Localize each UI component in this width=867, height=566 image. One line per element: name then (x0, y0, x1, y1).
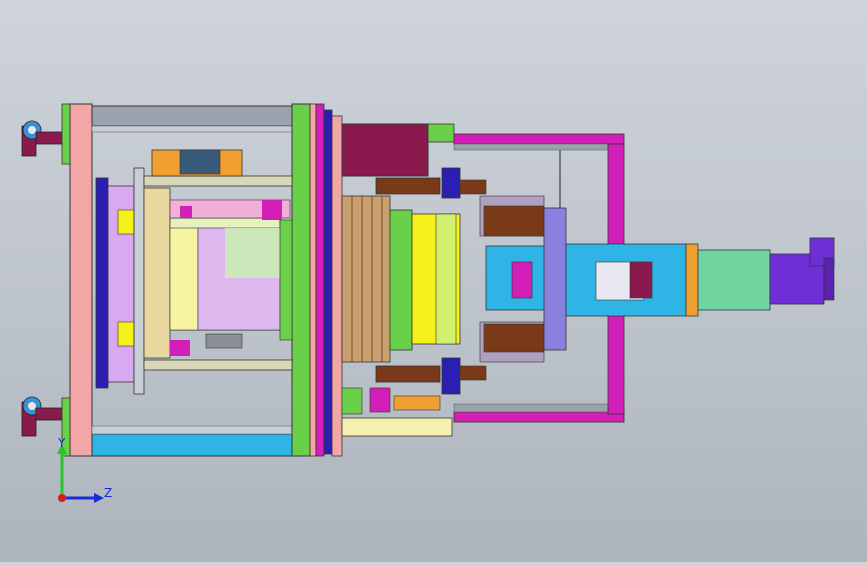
caster-wheel-top (21, 120, 65, 157)
cad-viewport[interactable]: Y Z (0, 0, 867, 562)
z-axis-label: Z (104, 486, 113, 500)
assembly-model[interactable] (0, 0, 867, 562)
coordinate-triad: Y Z (48, 436, 118, 510)
frame-left-post (69, 103, 93, 457)
y-axis-label: Y (58, 436, 66, 450)
frame-top-rail (91, 105, 293, 127)
frame-bottom-rail (91, 433, 293, 457)
x-axis-icon (58, 494, 66, 502)
frame-middle-post (291, 103, 311, 457)
caster-wheel-bottom (21, 396, 65, 437)
